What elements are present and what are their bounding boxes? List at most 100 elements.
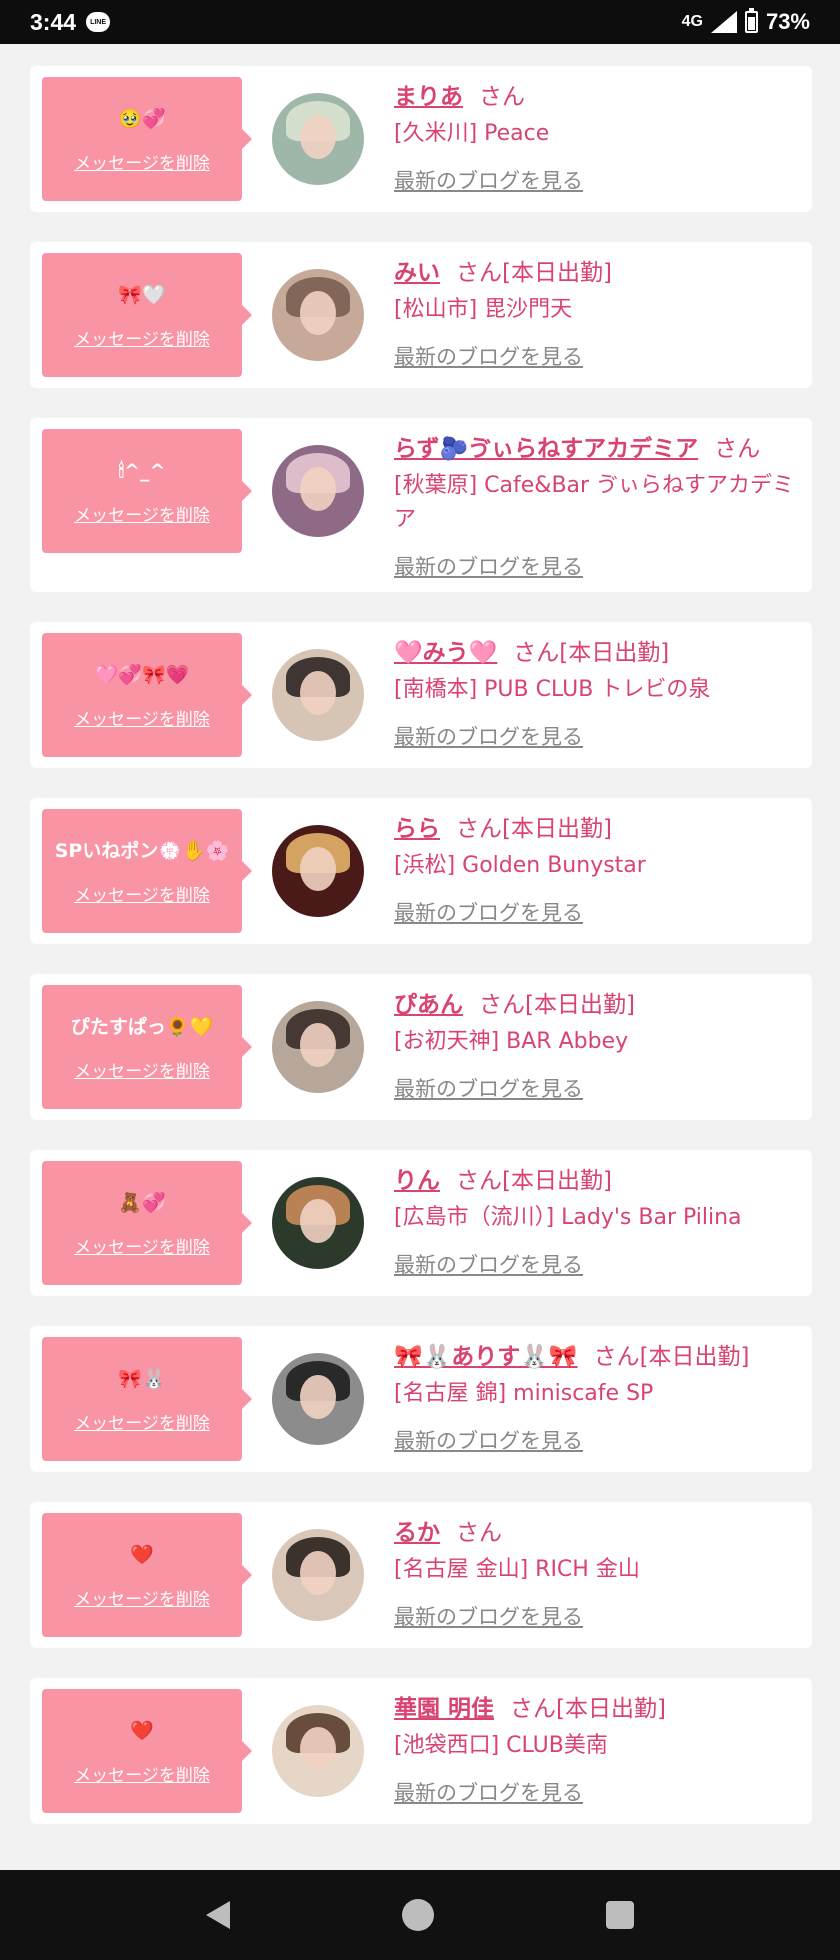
recents-icon[interactable] bbox=[606, 1901, 634, 1929]
avatar[interactable] bbox=[272, 1705, 364, 1797]
cast-name-link[interactable]: ぴあん bbox=[394, 992, 463, 1018]
latest-blog-link[interactable]: 最新のブログを見る bbox=[394, 1073, 583, 1103]
avatar[interactable] bbox=[272, 1001, 364, 1093]
cast-name-link[interactable]: 華園 明佳 bbox=[394, 1696, 494, 1722]
network-label: 4G bbox=[681, 13, 703, 30]
message-card: 🎀🤍 メッセージを削除 みい さん[本日出勤] [松山市] 毘沙門天 最新のブログ… bbox=[30, 242, 812, 388]
name-line: 🎀🐰ありす🐰🎀 さん[本日出勤] bbox=[394, 1339, 800, 1375]
avatar[interactable] bbox=[272, 269, 364, 361]
delete-message-link[interactable]: メッセージを削除 bbox=[74, 1409, 210, 1434]
message-card: 🥹💞 メッセージを削除 まりあ さん [久米川] Peace 最新のブログを見る bbox=[30, 66, 812, 212]
latest-blog-link[interactable]: 最新のブログを見る bbox=[394, 165, 583, 195]
avatar-face bbox=[300, 1727, 336, 1771]
name-line: 🩷みう🩷 さん[本日出勤] bbox=[394, 635, 800, 671]
cast-info: 🩷みう🩷 さん[本日出勤] [南橋本] PUB CLUB トレビの泉 最新のブログ… bbox=[394, 633, 800, 751]
navigation-bar bbox=[0, 1870, 840, 1960]
cast-info: りん さん[本日出勤] [広島市（流川）] Lady's Bar Pilina 最… bbox=[394, 1161, 800, 1279]
delete-message-link[interactable]: メッセージを削除 bbox=[74, 705, 210, 730]
latest-blog-link[interactable]: 最新のブログを見る bbox=[394, 1249, 583, 1279]
message-text: ❤️ bbox=[130, 1719, 154, 1742]
avatar-face bbox=[300, 1199, 336, 1243]
delete-message-link[interactable]: メッセージを削除 bbox=[74, 881, 210, 906]
latest-blog-link[interactable]: 最新のブログを見る bbox=[394, 1601, 583, 1631]
cast-name-link[interactable]: まりあ bbox=[394, 84, 463, 110]
avatar[interactable] bbox=[272, 445, 364, 537]
latest-blog-link[interactable]: 最新のブログを見る bbox=[394, 341, 583, 371]
name-line: らず🫐ゔぃらねすアカデミア さん bbox=[394, 431, 800, 467]
message-bubble: ぴたすぱっ🌻💛 メッセージを削除 bbox=[42, 985, 252, 1109]
home-icon[interactable] bbox=[402, 1899, 434, 1931]
honorific-status: さん bbox=[456, 1520, 502, 1546]
message-card: 🧸💞 メッセージを削除 りん さん[本日出勤] [広島市（流川）] Lady's … bbox=[30, 1150, 812, 1296]
line-app-icon: LINE bbox=[86, 12, 111, 32]
message-text: ぴたすぱっ🌻💛 bbox=[70, 1015, 214, 1038]
avatar[interactable] bbox=[272, 1353, 364, 1445]
message-card: 🩷💞🎀💗 メッセージを削除 🩷みう🩷 さん[本日出勤] [南橋本] PUB CLU… bbox=[30, 622, 812, 768]
shop-name: [浜松] Golden Bunystar bbox=[394, 853, 646, 878]
cast-info: 🎀🐰ありす🐰🎀 さん[本日出勤] [名古屋 錦] miniscafe SP 最新の… bbox=[394, 1337, 800, 1455]
message-text: ❤️ bbox=[130, 1543, 154, 1566]
clock: 3:44 bbox=[30, 8, 77, 35]
cast-info: るか さん [名古屋 金山] RICH 金山 最新のブログを見る bbox=[394, 1513, 800, 1631]
status-right: 4G 73% bbox=[681, 8, 810, 35]
message-text: 🩷💞🎀💗 bbox=[94, 663, 190, 686]
name-line: ぴあん さん[本日出勤] bbox=[394, 987, 800, 1023]
message-text: 🕯^_^ bbox=[118, 459, 166, 482]
name-line: まりあ さん bbox=[394, 79, 800, 115]
shop-name: [名古屋 錦] miniscafe SP bbox=[394, 1381, 654, 1406]
honorific-status: さん[本日出勤] bbox=[456, 816, 612, 842]
name-line: りん さん[本日出勤] bbox=[394, 1163, 800, 1199]
cast-info: まりあ さん [久米川] Peace 最新のブログを見る bbox=[394, 77, 800, 195]
avatar[interactable] bbox=[272, 93, 364, 185]
message-card: SPいねポン💮✋🌸 メッセージを削除 らら さん[本日出勤] [浜松] Golde… bbox=[30, 798, 812, 944]
cast-name-link[interactable]: るか bbox=[394, 1520, 440, 1546]
delete-message-link[interactable]: メッセージを削除 bbox=[74, 149, 210, 174]
avatar-face bbox=[300, 1023, 336, 1067]
shop-name: [松山市] 毘沙門天 bbox=[394, 297, 573, 322]
latest-blog-link[interactable]: 最新のブログを見る bbox=[394, 721, 583, 751]
delete-message-link[interactable]: メッセージを削除 bbox=[74, 1761, 210, 1786]
avatar[interactable] bbox=[272, 649, 364, 741]
honorific-status: さん[本日出勤] bbox=[456, 1168, 612, 1194]
honorific-status: さん bbox=[714, 436, 761, 462]
avatar-face bbox=[300, 671, 336, 715]
latest-blog-link[interactable]: 最新のブログを見る bbox=[394, 551, 583, 581]
cast-info: 華園 明佳 さん[本日出勤] [池袋西口] CLUB美南 最新のブログを見る bbox=[394, 1689, 800, 1807]
cast-name-link[interactable]: らず🫐ゔぃらねすアカデミア bbox=[394, 436, 698, 462]
delete-message-link[interactable]: メッセージを削除 bbox=[74, 1057, 210, 1082]
name-line: みい さん[本日出勤] bbox=[394, 255, 800, 291]
latest-blog-link[interactable]: 最新のブログを見る bbox=[394, 897, 583, 927]
message-text: 🧸💞 bbox=[118, 1191, 166, 1214]
battery-level: 73% bbox=[765, 9, 810, 34]
cast-name-link[interactable]: らら bbox=[394, 816, 440, 842]
message-bubble: 🎀🤍 メッセージを削除 bbox=[42, 253, 252, 377]
cast-info: みい さん[本日出勤] [松山市] 毘沙門天 最新のブログを見る bbox=[394, 253, 800, 371]
honorific-status: さん[本日出勤] bbox=[593, 1344, 750, 1370]
message-bubble: ❤️ メッセージを削除 bbox=[42, 1689, 252, 1813]
cast-info: らら さん[本日出勤] [浜松] Golden Bunystar 最新のブログを見… bbox=[394, 809, 800, 927]
honorific-status: さん bbox=[479, 84, 525, 110]
cast-info: らず🫐ゔぃらねすアカデミア さん [秋葉原] Cafe&Bar ゔぃらねすアカデミ… bbox=[394, 429, 800, 581]
message-text: 🥹💞 bbox=[118, 107, 166, 130]
signal-icon bbox=[710, 11, 737, 33]
delete-message-link[interactable]: メッセージを削除 bbox=[74, 501, 210, 526]
avatar[interactable] bbox=[272, 1529, 364, 1621]
message-bubble: 🧸💞 メッセージを削除 bbox=[42, 1161, 252, 1285]
battery-icon bbox=[744, 8, 758, 33]
cast-name-link[interactable]: 🩷みう🩷 bbox=[394, 640, 497, 666]
delete-message-link[interactable]: メッセージを削除 bbox=[74, 1233, 210, 1258]
back-icon[interactable] bbox=[206, 1901, 230, 1929]
shop-name: [名古屋 金山] RICH 金山 bbox=[394, 1557, 640, 1582]
cast-name-link[interactable]: 🎀🐰ありす🐰🎀 bbox=[394, 1344, 578, 1370]
avatar[interactable] bbox=[272, 825, 364, 917]
cast-name-link[interactable]: りん bbox=[394, 1168, 440, 1194]
message-bubble: SPいねポン💮✋🌸 メッセージを削除 bbox=[42, 809, 252, 933]
cast-name-link[interactable]: みい bbox=[394, 260, 440, 286]
latest-blog-link[interactable]: 最新のブログを見る bbox=[394, 1777, 583, 1807]
avatar-face bbox=[300, 847, 336, 891]
delete-message-link[interactable]: メッセージを削除 bbox=[74, 325, 210, 350]
avatar[interactable] bbox=[272, 1177, 364, 1269]
latest-blog-link[interactable]: 最新のブログを見る bbox=[394, 1425, 583, 1455]
message-card: ぴたすぱっ🌻💛 メッセージを削除 ぴあん さん[本日出勤] [お初天神] BAR … bbox=[30, 974, 812, 1120]
delete-message-link[interactable]: メッセージを削除 bbox=[74, 1585, 210, 1610]
